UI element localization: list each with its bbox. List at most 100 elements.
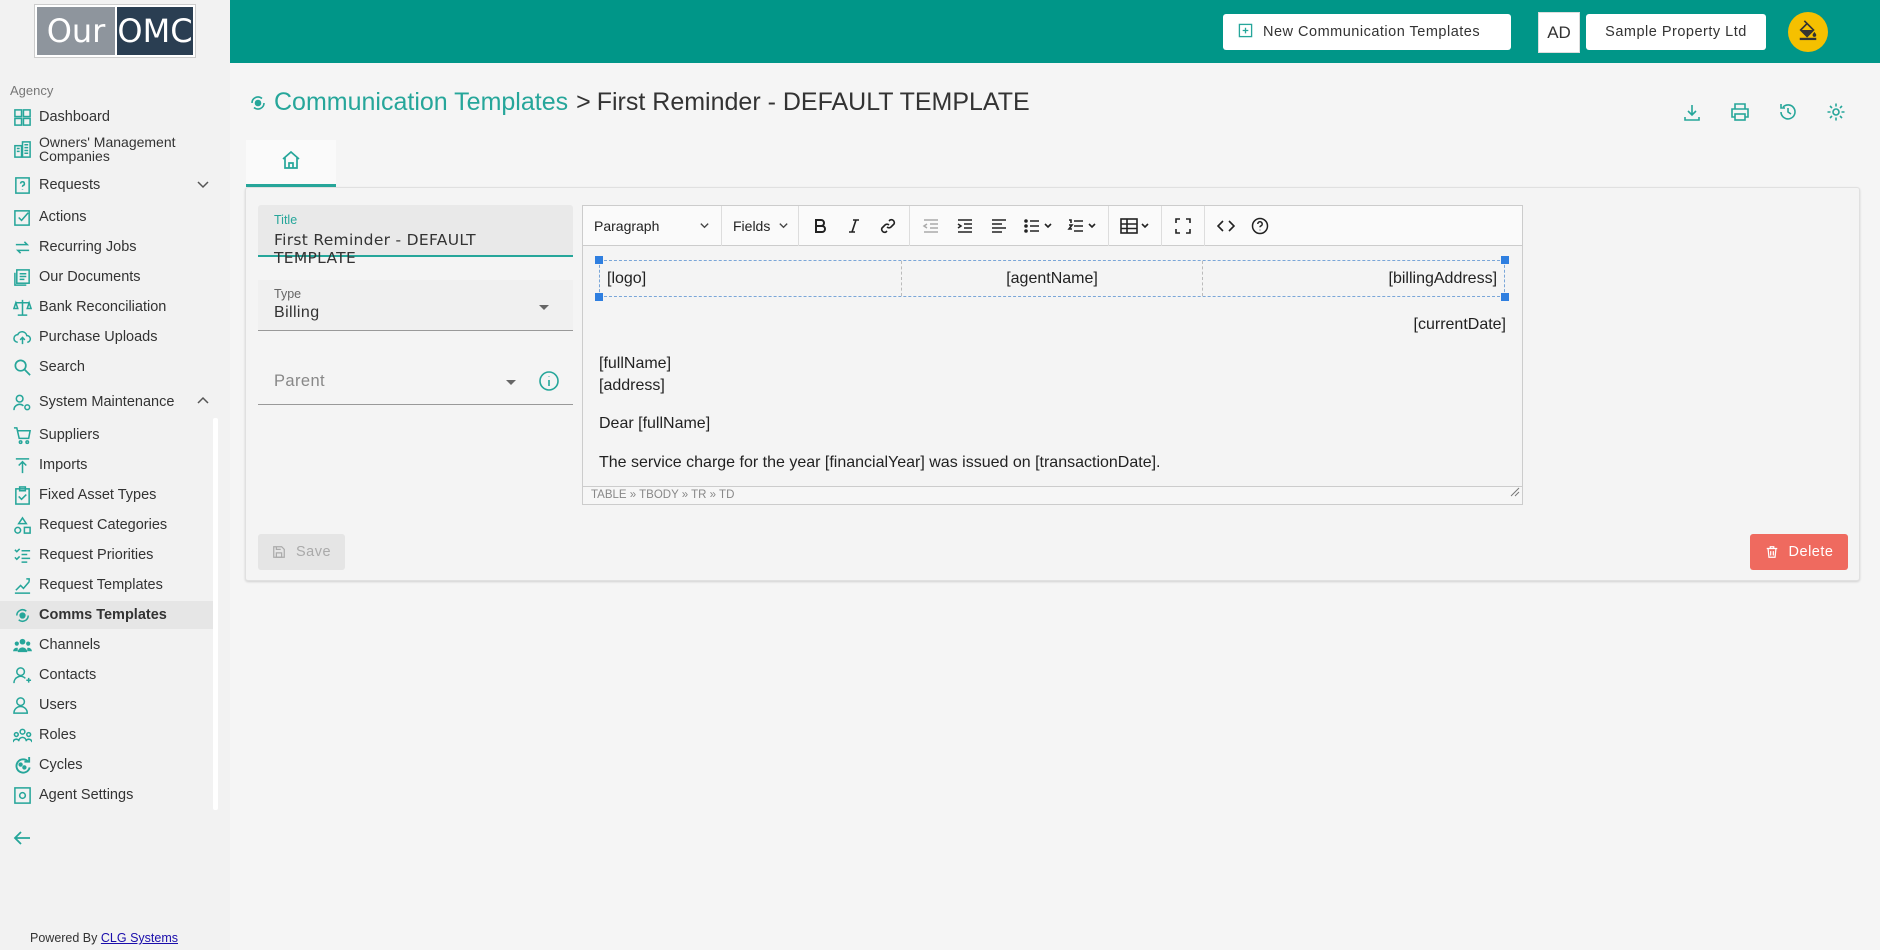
sidebar-item-recurring-jobs[interactable]: Recurring Jobs [0,233,215,261]
type-label: Type [274,287,302,301]
sidebar-item-label: Request Templates [39,577,163,593]
table-cell-billing-address[interactable]: [billingAddress] [1203,261,1504,296]
sidebar-item-search[interactable]: Search [0,353,215,381]
type-select[interactable]: Type Billing [258,280,573,331]
sidebar-item-suppliers[interactable]: Suppliers [0,421,215,449]
sidebar-item-users[interactable]: Users [0,691,215,719]
sidebar-item-roles[interactable]: Roles [0,721,215,749]
company-selector-button[interactable]: Sample Property Ltd [1586,14,1766,50]
sidebar-item-our-documents[interactable]: Our Documents [0,263,215,291]
breadcrumb-link[interactable]: Communication Templates [274,88,568,117]
history-icon[interactable] [1776,100,1800,124]
clg-systems-link[interactable]: CLG Systems [101,931,178,945]
element-path: TABLE » TBODY » TR » TD [583,486,1522,504]
sidebar-item-cycles[interactable]: Cycles [0,751,215,779]
sidebar-item-request-templates[interactable]: Request Templates [0,571,215,599]
help-icon[interactable] [1243,211,1277,241]
chevron-down-icon[interactable] [195,176,211,196]
numbered-list-icon[interactable] [1060,211,1104,241]
outdent-icon[interactable] [914,211,948,241]
info-icon[interactable] [538,370,560,397]
sidebar-item-label: Requests [39,177,101,193]
priorities-icon [11,544,33,566]
save-button[interactable]: Save [258,534,345,570]
dropdown-arrow-icon [539,305,549,310]
fullscreen-icon[interactable] [1166,211,1200,241]
group-icon [11,634,33,656]
user-gear-icon [11,391,33,413]
source-code-icon[interactable] [1209,211,1243,241]
resize-handle[interactable] [1501,256,1509,264]
sidebar-item-bank-reconciliation[interactable]: Bank Reconciliation [0,293,215,321]
resize-grip-icon[interactable] [1510,484,1520,502]
bullet-list-icon[interactable] [1016,211,1060,241]
theme-button[interactable] [1788,12,1828,52]
save-label: Save [295,544,332,560]
header-table[interactable]: [logo] [agentName] [billingAddress] [599,260,1505,297]
sidebar-item-imports[interactable]: Imports [0,451,215,479]
sidebar-item-label: Agent Settings [39,787,134,803]
delete-button[interactable]: Delete [1750,534,1848,570]
title-field[interactable]: Title First Reminder - DEFAULT TEMPLATE [258,205,573,267]
sidebar-item-comms-templates[interactable]: Comms Templates [0,601,215,629]
sidebar-item-request-categories[interactable]: Request Categories [0,511,215,539]
sidebar-item-request-priorities[interactable]: Request Priorities [0,541,215,569]
sidebar-item-dashboard[interactable]: Dashboard [0,103,215,131]
parent-select[interactable]: Parent [258,354,573,405]
sidebar-item-omcs[interactable]: Owners' Management Companies [0,132,190,166]
resize-handle[interactable] [1501,293,1509,301]
cloud-upload-icon [11,326,33,348]
app-logo[interactable]: Our OMC [35,5,195,57]
table-cell-agent-name[interactable]: [agentName] [902,261,1204,296]
misc-group [1205,206,1281,246]
resize-handle[interactable] [595,256,603,264]
sidebar-item-label: Search [39,359,85,375]
resize-handle[interactable] [595,293,603,301]
dashboard-icon [11,106,33,128]
roles-icon [11,724,33,746]
link-icon[interactable] [871,211,905,241]
sidebar-scrollbar[interactable] [213,418,218,810]
dropdown-arrow-icon [506,380,516,385]
title-label: Title [274,213,298,227]
sidebar-item-agent-settings[interactable]: Agent Settings [0,781,215,809]
powered-by: Powered By CLG Systems [30,931,178,945]
view-group [1162,205,1205,246]
sidebar-item-actions[interactable]: Actions [0,203,215,231]
italic-icon[interactable] [837,211,871,241]
format-group [799,205,910,246]
block-format-select[interactable]: Paragraph [583,205,722,246]
sidebar-item-purchase-uploads[interactable]: Purchase Uploads [0,323,215,351]
sidebar-item-channels[interactable]: Channels [0,631,215,659]
tab-home[interactable] [246,140,336,187]
table-cell-logo[interactable]: [logo] [600,261,902,296]
powered-by-label: Powered By [30,931,98,945]
title-input[interactable]: First Reminder - DEFAULT TEMPLATE [274,231,557,267]
fields-menu[interactable]: Fields [722,205,799,246]
chevron-up-icon[interactable] [195,393,211,413]
align-left-icon[interactable] [982,211,1016,241]
arrow-left-icon[interactable] [12,828,32,853]
editor-content[interactable]: [logo] [agentName] [billingAddress] [cur… [583,247,1522,487]
sidebar-item-label: Imports [39,457,88,473]
sidebar-item-system-maintenance[interactable]: System Maintenance [0,388,215,416]
sidebar-item-requests[interactable]: Requests [0,171,215,199]
sidebar-item-contacts[interactable]: Contacts [0,661,215,689]
table-icon[interactable] [1113,211,1157,241]
new-communication-template-button[interactable]: New Communication Templates [1223,14,1511,50]
search-icon [11,356,33,378]
cart-icon [11,424,33,446]
avatar[interactable]: AD [1538,12,1580,53]
sidebar-item-label: Bank Reconciliation [39,299,167,315]
gear-icon[interactable] [1824,100,1848,124]
sidebar-item-label: Channels [39,637,101,653]
bold-icon[interactable] [803,211,837,241]
indent-icon[interactable] [948,211,982,241]
page-title: First Reminder - DEFAULT TEMPLATE [596,88,1030,116]
sidebar-item-label: Roles [39,727,77,743]
sidebar-item-fixed-asset-types[interactable]: Fixed Asset Types [0,481,215,509]
download-icon[interactable] [1680,100,1704,124]
greeting-line: Dear [fullName] [599,415,711,432]
scales-icon [11,296,33,318]
print-icon[interactable] [1728,100,1752,124]
